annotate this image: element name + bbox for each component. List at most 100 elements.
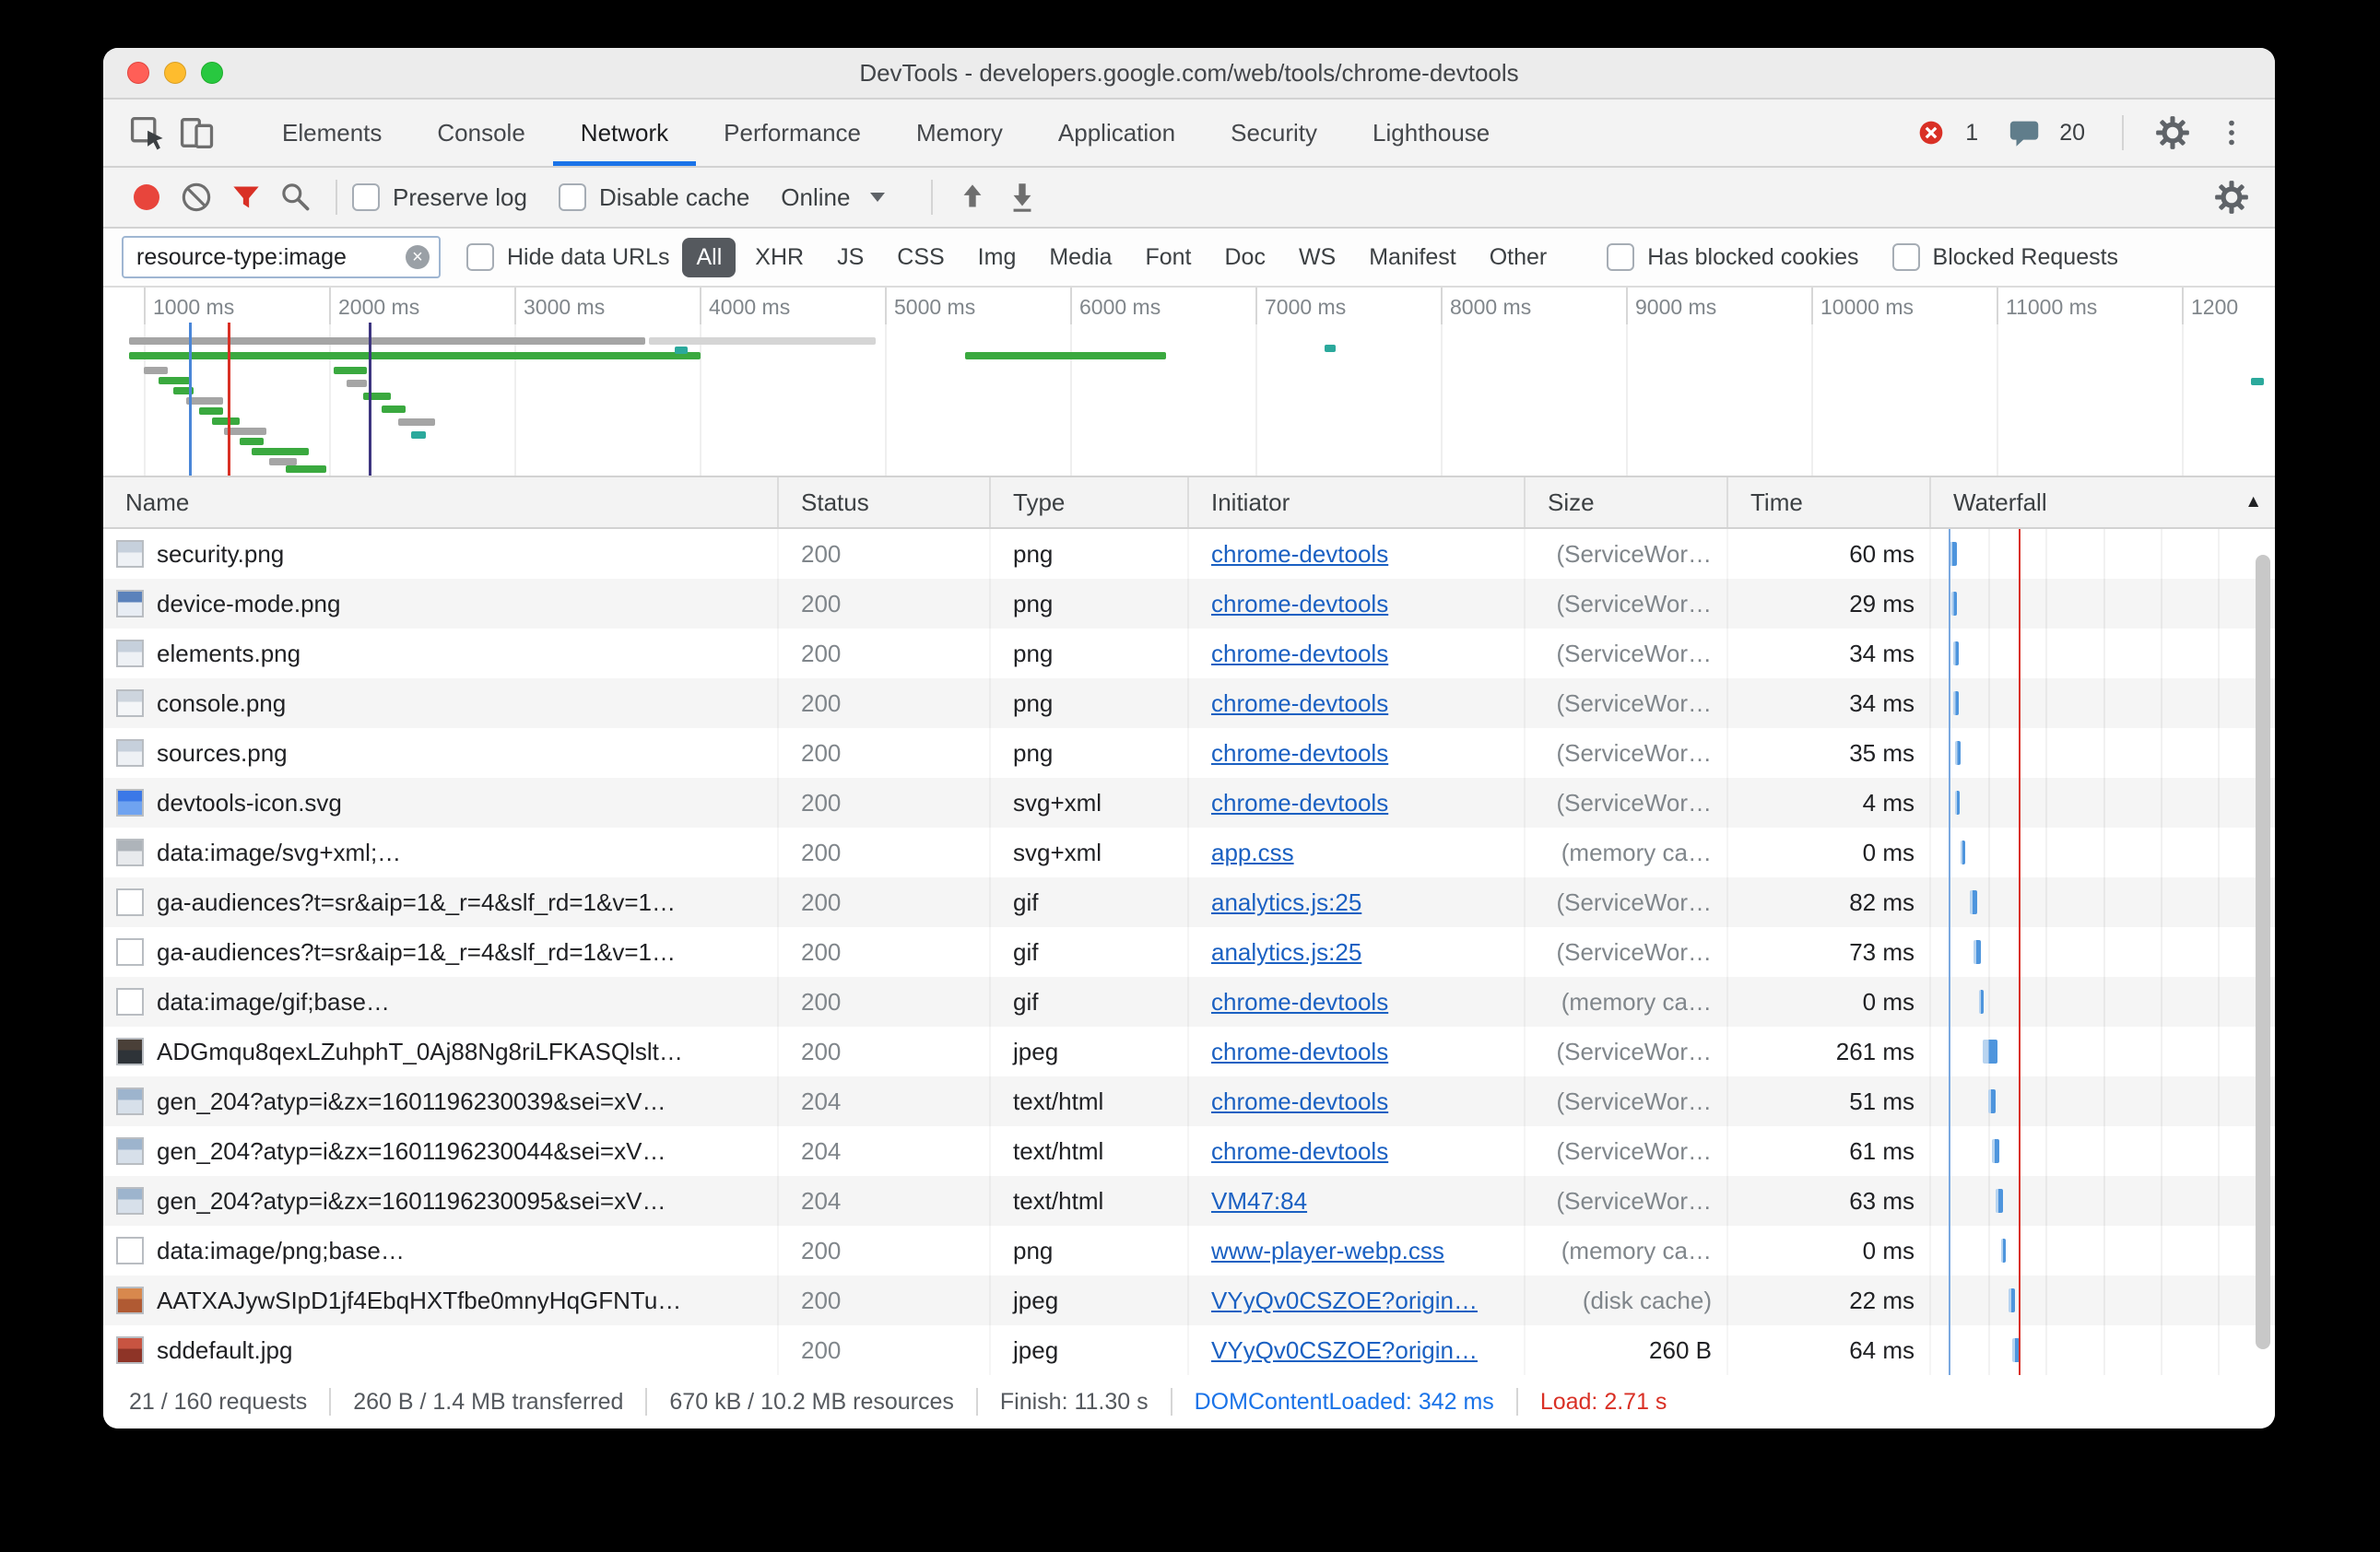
column-header-status[interactable]: Status xyxy=(779,477,991,527)
initiator-link[interactable]: chrome-devtools xyxy=(1211,988,1388,1017)
waterfall-bar xyxy=(1955,791,1960,815)
search-icon[interactable] xyxy=(271,172,321,222)
column-header-size[interactable]: Size xyxy=(1526,477,1728,527)
error-icon[interactable] xyxy=(1906,108,1956,158)
hide-data-urls-checkbox[interactable]: Hide data URLs xyxy=(466,243,669,271)
filter-pill-img[interactable]: Img xyxy=(964,238,1031,277)
filter-pill-manifest[interactable]: Manifest xyxy=(1355,238,1469,277)
inspect-element-button[interactable] xyxy=(122,108,171,158)
network-overview-timeline[interactable]: 1000 ms2000 ms3000 ms4000 ms5000 ms6000 … xyxy=(103,288,2275,477)
column-header-time[interactable]: Time xyxy=(1728,477,1931,527)
tab-application[interactable]: Application xyxy=(1031,100,1203,166)
preserve-log-checkbox[interactable]: Preserve log xyxy=(352,183,527,212)
minimize-window-button[interactable] xyxy=(164,62,186,84)
record-button[interactable] xyxy=(122,172,171,222)
panel-tabs: ElementsConsoleNetworkPerformanceMemoryA… xyxy=(254,100,1517,166)
initiator-link[interactable]: chrome-devtools xyxy=(1211,1088,1388,1116)
cell-initiator: chrome-devtools xyxy=(1189,977,1526,1027)
has-blocked-cookies-checkbox[interactable]: Has blocked cookies xyxy=(1607,243,1858,271)
initiator-link[interactable]: chrome-devtools xyxy=(1211,689,1388,718)
zoom-window-button[interactable] xyxy=(201,62,223,84)
filter-pill-other[interactable]: Other xyxy=(1476,238,1561,277)
throttling-select[interactable]: Online xyxy=(781,183,885,212)
tab-elements[interactable]: Elements xyxy=(254,100,409,166)
window-titlebar[interactable]: DevTools - developers.google.com/web/too… xyxy=(103,48,2275,100)
filter-pill-css[interactable]: CSS xyxy=(883,238,958,277)
overview-request-bar xyxy=(240,438,264,445)
initiator-link[interactable]: app.css xyxy=(1211,839,1294,867)
filter-pill-media[interactable]: Media xyxy=(1035,238,1125,277)
network-filter-input[interactable]: × xyxy=(122,236,441,278)
initiator-link[interactable]: chrome-devtools xyxy=(1211,789,1388,817)
clear-button[interactable] xyxy=(171,172,221,222)
initiator-link[interactable]: analytics.js:25 xyxy=(1211,888,1361,917)
initiator-link[interactable]: chrome-devtools xyxy=(1211,640,1388,668)
clear-filter-icon[interactable]: × xyxy=(406,245,430,269)
device-toolbar-button[interactable] xyxy=(171,108,221,158)
status-bar: 21 / 160 requests 260 B / 1.4 MB transfe… xyxy=(103,1375,2275,1429)
domcontentloaded-time[interactable]: DOMContentLoaded: 342 ms xyxy=(1195,1389,1494,1416)
tab-performance[interactable]: Performance xyxy=(696,100,889,166)
initiator-link[interactable]: chrome-devtools xyxy=(1211,590,1388,618)
request-name: console.png xyxy=(157,689,286,718)
ruler-gridline xyxy=(1070,288,1072,476)
request-name: devtools-icon.svg xyxy=(157,789,342,817)
console-bubble-icon[interactable] xyxy=(2000,108,2050,158)
cell-name: console.png xyxy=(103,678,779,728)
import-har-icon[interactable] xyxy=(948,172,997,222)
more-options-icon[interactable] xyxy=(2207,108,2256,158)
initiator-link[interactable]: chrome-devtools xyxy=(1211,739,1388,768)
filter-pill-doc[interactable]: Doc xyxy=(1210,238,1278,277)
file-icon xyxy=(116,1088,144,1115)
cell-size: (memory ca… xyxy=(1526,977,1728,1027)
column-header-waterfall[interactable]: Waterfall ▲ xyxy=(1931,477,2275,527)
initiator-link[interactable]: chrome-devtools xyxy=(1211,540,1388,569)
filter-text-input[interactable] xyxy=(136,244,406,271)
initiator-link[interactable]: analytics.js:25 xyxy=(1211,938,1361,967)
ruler-label: 5000 ms xyxy=(894,295,975,320)
network-settings-gear-icon[interactable] xyxy=(2207,172,2256,222)
column-header-name[interactable]: Name xyxy=(103,477,779,527)
export-har-icon[interactable] xyxy=(997,172,1047,222)
cell-name: elements.png xyxy=(103,629,779,678)
filter-pill-js[interactable]: JS xyxy=(823,238,878,277)
tab-console[interactable]: Console xyxy=(409,100,552,166)
load-time[interactable]: Load: 2.71 s xyxy=(1540,1389,1667,1416)
cell-time: 63 ms xyxy=(1728,1176,1931,1226)
column-header-type[interactable]: Type xyxy=(991,477,1189,527)
cell-waterfall xyxy=(1931,877,2275,927)
settings-gear-icon[interactable] xyxy=(2148,108,2197,158)
initiator-link[interactable]: VYyQv0CSZOE?origin… xyxy=(1211,1287,1478,1315)
column-header-initiator[interactable]: Initiator xyxy=(1189,477,1526,527)
filter-pill-all[interactable]: All xyxy=(682,238,736,277)
filter-pill-ws[interactable]: WS xyxy=(1285,238,1349,277)
cell-initiator: analytics.js:25 xyxy=(1189,927,1526,977)
cell-name: ADGmqu8qexLZuhphT_0Aj88Ng8riLFKASQlslt… xyxy=(103,1027,779,1076)
checkbox-box xyxy=(466,243,494,271)
overview-request-bar xyxy=(199,407,223,415)
overview-request-bar xyxy=(2251,378,2264,385)
cell-status: 204 xyxy=(779,1126,991,1176)
overview-request-bar xyxy=(363,393,391,400)
close-window-button[interactable] xyxy=(127,62,149,84)
checkbox-box xyxy=(559,183,586,211)
ruler-gridline xyxy=(329,288,331,476)
tab-security[interactable]: Security xyxy=(1203,100,1345,166)
cell-type: gif xyxy=(991,877,1189,927)
cell-name: gen_204?atyp=i&zx=1601196230095&sei=xV… xyxy=(103,1176,779,1226)
blocked-requests-checkbox[interactable]: Blocked Requests xyxy=(1892,243,2119,271)
tab-memory[interactable]: Memory xyxy=(889,100,1031,166)
filter-pill-xhr[interactable]: XHR xyxy=(741,238,818,277)
initiator-link[interactable]: chrome-devtools xyxy=(1211,1038,1388,1066)
filter-pill-font[interactable]: Font xyxy=(1131,238,1205,277)
filter-toggle-icon[interactable] xyxy=(221,172,271,222)
initiator-link[interactable]: VYyQv0CSZOE?origin… xyxy=(1211,1336,1478,1365)
overview-request-bar xyxy=(186,397,223,405)
scrollbar-thumb[interactable] xyxy=(2256,555,2270,1349)
tab-network[interactable]: Network xyxy=(553,100,696,166)
initiator-link[interactable]: chrome-devtools xyxy=(1211,1137,1388,1166)
tab-lighthouse[interactable]: Lighthouse xyxy=(1345,100,1517,166)
initiator-link[interactable]: VM47:84 xyxy=(1211,1187,1307,1216)
disable-cache-checkbox[interactable]: Disable cache xyxy=(559,183,749,212)
initiator-link[interactable]: www-player-webp.css xyxy=(1211,1237,1444,1265)
